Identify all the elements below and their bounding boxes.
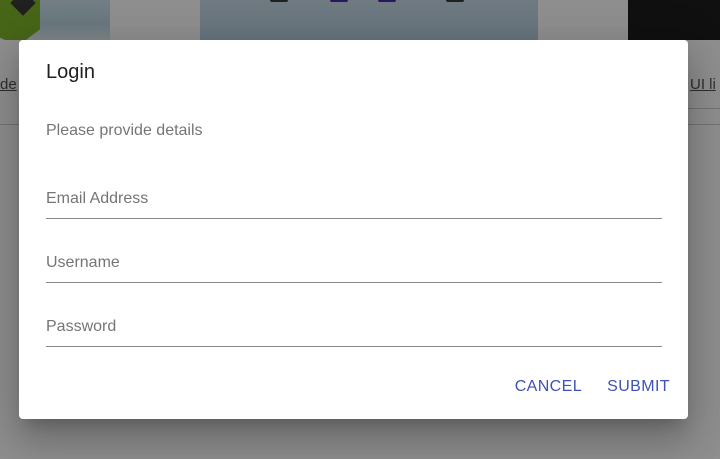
dialog-description: Please provide details	[46, 122, 203, 139]
email-input[interactable]	[46, 184, 662, 218]
username-field: Username	[46, 248, 662, 283]
login-dialog: Login Please provide details Email Addre…	[19, 40, 688, 419]
password-input[interactable]	[46, 312, 662, 346]
dialog-title: Login	[46, 61, 95, 83]
username-input[interactable]	[46, 248, 662, 282]
email-field: Email Address	[46, 184, 662, 219]
cancel-button[interactable]: CANCEL	[515, 377, 582, 397]
submit-button[interactable]: SUBMIT	[607, 377, 670, 397]
password-field: Password	[46, 312, 662, 347]
